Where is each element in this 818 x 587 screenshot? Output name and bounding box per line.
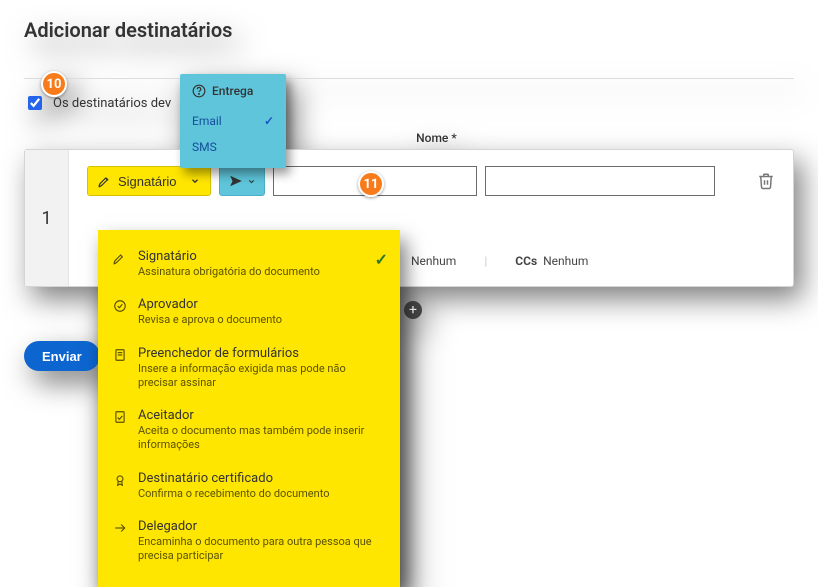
chevron-down-icon bbox=[190, 176, 200, 186]
role-icon bbox=[112, 251, 128, 279]
role-button-label: Signatário bbox=[118, 174, 177, 189]
add-recipient-button[interactable]: + bbox=[404, 301, 422, 319]
sign-order-checkbox-row[interactable]: Os destinatários dev bbox=[24, 93, 794, 113]
nome-input[interactable] bbox=[485, 166, 715, 196]
sign-order-label: Os destinatários dev bbox=[53, 96, 171, 111]
role-icon bbox=[112, 299, 128, 327]
role-dropdown-button[interactable]: Signatário bbox=[87, 166, 211, 196]
role-option[interactable]: AceitadorAceita o documento mas também p… bbox=[98, 399, 400, 462]
role-icon bbox=[112, 410, 128, 453]
check-icon: ✓ bbox=[264, 114, 274, 128]
role-icon bbox=[112, 521, 128, 564]
pen-icon bbox=[98, 174, 112, 188]
check-icon: ✓ bbox=[375, 250, 388, 269]
meta-first: Nenhum bbox=[411, 254, 456, 268]
delivery-option[interactable]: SMS bbox=[180, 134, 286, 160]
role-option[interactable]: DelegadorEncaminha o documento para outr… bbox=[98, 510, 400, 573]
delivery-dropdown-button[interactable] bbox=[219, 166, 265, 196]
role-option[interactable]: Preenchedor de formuláriosInsere a infor… bbox=[98, 337, 400, 400]
nome-label: Nome * bbox=[416, 131, 457, 145]
divider bbox=[24, 78, 794, 79]
delivery-header: Entrega bbox=[212, 84, 253, 98]
delete-recipient-button[interactable] bbox=[757, 172, 775, 190]
annotation-badge: 11 bbox=[358, 171, 384, 197]
role-icon bbox=[112, 473, 128, 501]
page-title: Adicionar destinatários bbox=[24, 18, 794, 42]
meta-ccs: CCsNenhum bbox=[515, 254, 588, 268]
delivery-dropdown-panel: Entrega Email✓SMS bbox=[180, 74, 286, 168]
sign-order-checkbox[interactable] bbox=[28, 96, 42, 110]
role-option[interactable]: Destinatário certificadoConfirma o receb… bbox=[98, 462, 400, 510]
recipient-index: 1 bbox=[25, 150, 69, 286]
role-option[interactable]: AprovadorRevisa e aprova o documento bbox=[98, 288, 400, 336]
paper-plane-icon bbox=[229, 174, 243, 188]
role-icon bbox=[112, 348, 128, 391]
annotation-badge: 10 bbox=[41, 71, 67, 97]
help-icon bbox=[192, 84, 206, 98]
delivery-option[interactable]: Email✓ bbox=[180, 108, 286, 134]
send-button[interactable]: Enviar bbox=[24, 341, 100, 371]
chevron-down-icon bbox=[247, 177, 256, 186]
role-dropdown-panel: SignatárioAssinatura obrigatória do docu… bbox=[98, 230, 400, 587]
role-option[interactable]: SignatárioAssinatura obrigatória do docu… bbox=[98, 240, 400, 288]
